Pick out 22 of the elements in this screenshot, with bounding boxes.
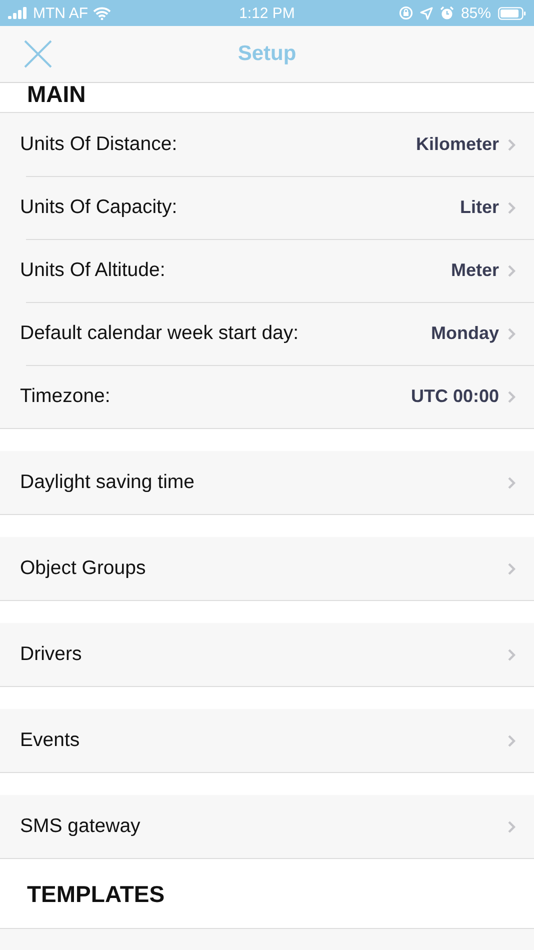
clock-time: 1:12 PM	[239, 4, 295, 22]
signal-icon	[8, 7, 28, 19]
chevron-icon	[507, 264, 516, 278]
chevron-icon	[507, 476, 516, 490]
chevron-icon	[507, 326, 516, 340]
chevron-icon	[507, 562, 516, 576]
battery-percent: 85%	[460, 4, 491, 22]
battery-icon	[498, 6, 526, 20]
close-button[interactable]	[24, 40, 52, 68]
chevron-icon	[507, 390, 516, 404]
section-header: MAIN	[0, 83, 534, 113]
chevron-icon	[507, 820, 516, 834]
alarm-clock-icon	[440, 6, 454, 20]
screen-title: Setup	[238, 42, 296, 66]
chevron-icon	[507, 734, 516, 748]
chevron-icon	[507, 648, 516, 662]
carrier-name: MTN AF	[33, 4, 88, 22]
wifi-icon	[93, 6, 111, 20]
chevron-icon	[507, 138, 516, 152]
location-arrow-icon	[420, 6, 433, 20]
chevron-icon	[507, 200, 516, 214]
rotation-lock-icon	[398, 6, 413, 20]
